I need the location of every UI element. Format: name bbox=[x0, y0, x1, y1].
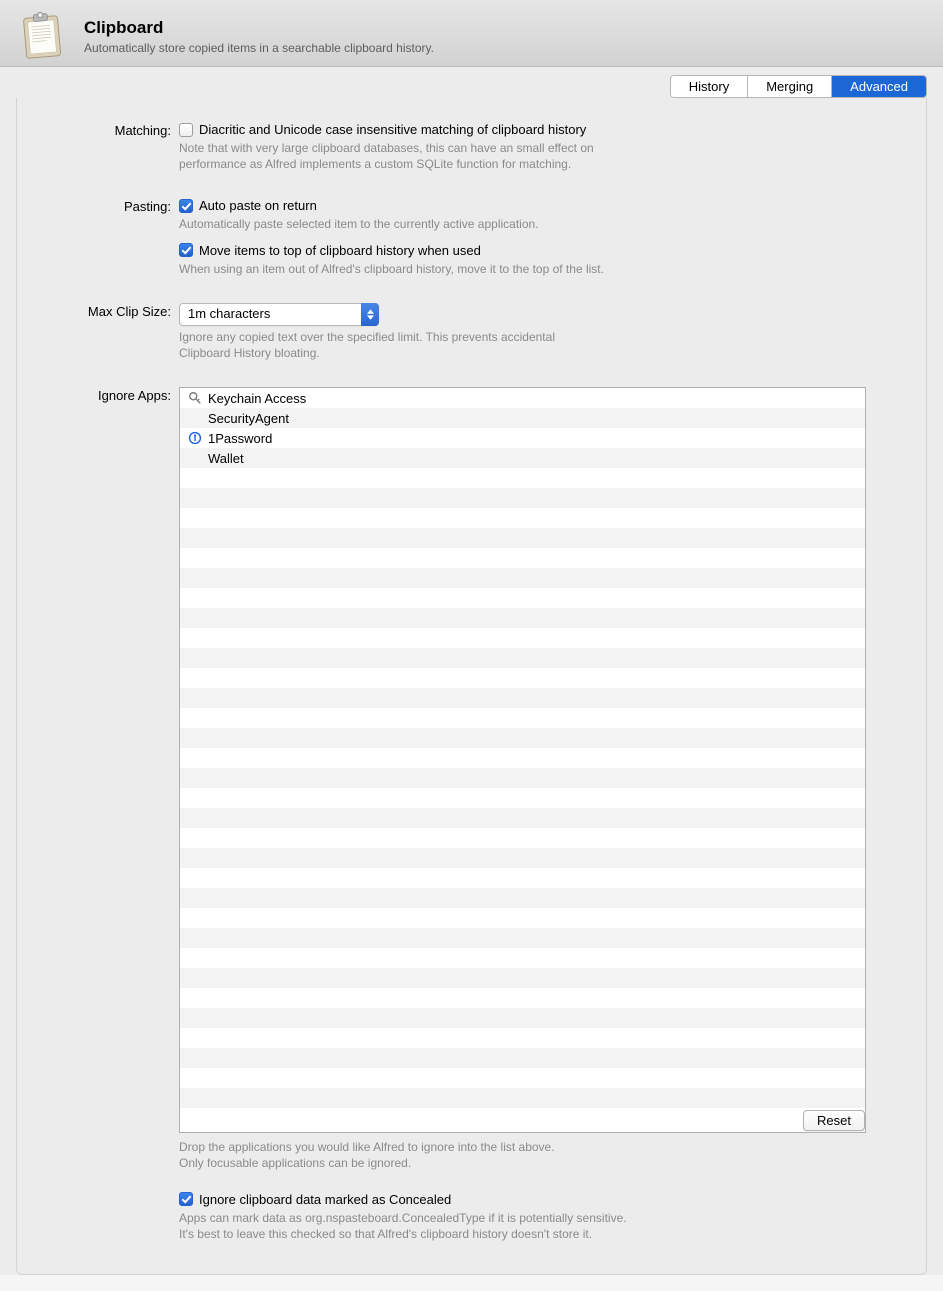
max-clip-select-value: 1m characters bbox=[179, 303, 379, 326]
table-row bbox=[180, 508, 865, 528]
auto-paste-line[interactable]: Auto paste on return bbox=[179, 198, 866, 213]
pasting-row: Pasting: Auto paste on return Automatica… bbox=[17, 198, 866, 276]
table-row bbox=[180, 1008, 865, 1028]
matching-checkbox[interactable] bbox=[179, 123, 193, 137]
pasting-label: Pasting: bbox=[17, 198, 179, 276]
page-title: Clipboard bbox=[84, 18, 434, 38]
tab-segmented-control: History Merging Advanced bbox=[670, 75, 927, 98]
advanced-pane: Matching: Diacritic and Unicode case ins… bbox=[16, 98, 927, 1275]
matching-label: Matching: bbox=[17, 122, 179, 172]
table-row bbox=[180, 528, 865, 548]
ignore-apps-row: Ignore Apps: Keychain Access SecurityAgen… bbox=[17, 387, 866, 1242]
clipboard-icon bbox=[16, 9, 70, 63]
max-clip-label: Max Clip Size: bbox=[17, 303, 179, 361]
max-clip-row: Max Clip Size: 1m characters Ignore any … bbox=[17, 303, 866, 361]
auto-paste-checkbox[interactable] bbox=[179, 199, 193, 213]
table-row bbox=[180, 908, 865, 928]
table-row bbox=[180, 1048, 865, 1068]
table-row bbox=[180, 588, 865, 608]
table-row bbox=[180, 868, 865, 888]
table-row bbox=[180, 848, 865, 868]
table-row bbox=[180, 1028, 865, 1048]
table-row bbox=[180, 768, 865, 788]
table-row[interactable]: 1Password bbox=[180, 428, 865, 448]
ignore-apps-table[interactable]: Keychain Access SecurityAgent 1Password Wal… bbox=[179, 387, 866, 1133]
tab-advanced[interactable]: Advanced bbox=[831, 76, 926, 97]
concealed-checkbox[interactable] bbox=[179, 1192, 193, 1206]
table-row bbox=[180, 568, 865, 588]
move-top-checkbox[interactable] bbox=[179, 243, 193, 257]
table-row[interactable]: Wallet bbox=[180, 448, 865, 468]
app-name: 1Password bbox=[208, 431, 859, 446]
table-row bbox=[180, 688, 865, 708]
ignore-apps-label: Ignore Apps: bbox=[17, 387, 179, 1242]
app-name: Keychain Access bbox=[208, 391, 859, 406]
table-row bbox=[180, 988, 865, 1008]
table-row[interactable]: SecurityAgent bbox=[180, 408, 865, 428]
table-row bbox=[180, 648, 865, 668]
preferences-window: Clipboard Automatically store copied ite… bbox=[0, 0, 943, 1275]
table-row bbox=[180, 1088, 865, 1108]
auto-paste-label: Auto paste on return bbox=[199, 198, 317, 213]
matching-checkbox-label: Diacritic and Unicode case insensitive m… bbox=[199, 122, 586, 137]
table-row bbox=[180, 1108, 865, 1128]
table-row bbox=[180, 948, 865, 968]
onepassword-icon bbox=[186, 431, 204, 445]
app-name: SecurityAgent bbox=[208, 411, 859, 426]
concealed-desc: Apps can mark data as org.nspasteboard.C… bbox=[179, 1210, 739, 1242]
reset-button-overlay[interactable]: Reset bbox=[803, 1110, 865, 1131]
table-row bbox=[180, 548, 865, 568]
table-row bbox=[180, 788, 865, 808]
max-clip-select[interactable]: 1m characters bbox=[179, 303, 379, 326]
move-top-line[interactable]: Move items to top of clipboard history w… bbox=[179, 243, 866, 258]
tab-bar: History Merging Advanced bbox=[0, 67, 943, 98]
tab-history[interactable]: History bbox=[671, 76, 747, 97]
matching-checkbox-line[interactable]: Diacritic and Unicode case insensitive m… bbox=[179, 122, 866, 137]
table-row bbox=[180, 888, 865, 908]
tab-merging[interactable]: Merging bbox=[747, 76, 831, 97]
table-row bbox=[180, 468, 865, 488]
move-top-label: Move items to top of clipboard history w… bbox=[199, 243, 481, 258]
concealed-label: Ignore clipboard data marked as Conceale… bbox=[199, 1192, 451, 1207]
table-row bbox=[180, 668, 865, 688]
table-row bbox=[180, 928, 865, 948]
ignore-apps-note: Drop the applications you would like Alf… bbox=[179, 1139, 866, 1171]
header: Clipboard Automatically store copied ite… bbox=[0, 0, 943, 67]
table-row bbox=[180, 748, 865, 768]
table-row bbox=[180, 728, 865, 748]
table-row bbox=[180, 628, 865, 648]
table-row bbox=[180, 808, 865, 828]
app-name: Wallet bbox=[208, 451, 859, 466]
concealed-line[interactable]: Ignore clipboard data marked as Conceale… bbox=[179, 1192, 866, 1207]
table-row bbox=[180, 968, 865, 988]
max-clip-desc: Ignore any copied text over the specifie… bbox=[179, 329, 609, 361]
table-row bbox=[180, 708, 865, 728]
table-row bbox=[180, 828, 865, 848]
move-top-desc: When using an item out of Alfred's clipb… bbox=[179, 261, 739, 277]
table-row[interactable]: Keychain Access bbox=[180, 388, 865, 408]
keychain-icon bbox=[186, 391, 204, 405]
table-row bbox=[180, 1068, 865, 1088]
table-row bbox=[180, 488, 865, 508]
auto-paste-desc: Automatically paste selected item to the… bbox=[179, 216, 739, 232]
matching-row: Matching: Diacritic and Unicode case ins… bbox=[17, 122, 866, 172]
matching-desc: Note that with very large clipboard data… bbox=[179, 140, 609, 172]
page-subtitle: Automatically store copied items in a se… bbox=[84, 41, 434, 55]
select-arrows-icon bbox=[361, 303, 379, 326]
table-row bbox=[180, 608, 865, 628]
